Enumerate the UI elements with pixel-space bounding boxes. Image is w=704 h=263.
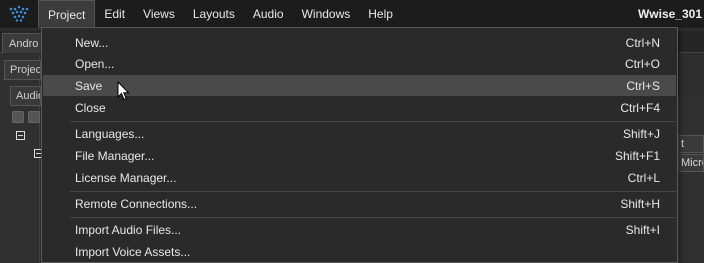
menu-item-label: File Manager... bbox=[75, 148, 155, 163]
menu-separator bbox=[70, 217, 676, 218]
menu-bar: Project Edit Views Layouts Audio Windows… bbox=[0, 0, 704, 28]
menu-item-label: Remote Connections... bbox=[75, 196, 198, 211]
mouse-cursor-icon bbox=[117, 80, 131, 101]
menu-item-label: Save bbox=[75, 78, 103, 93]
menu-item-shortcut: Shift+I bbox=[625, 222, 660, 237]
menu-item-license-manager[interactable]: License Manager... Ctrl+L bbox=[43, 167, 676, 188]
menu-item-shortcut: Shift+F1 bbox=[614, 148, 660, 163]
folder-icon[interactable] bbox=[28, 111, 40, 123]
menu-item-shortcut: Ctrl+S bbox=[626, 78, 660, 93]
menu-item-close[interactable]: Close Ctrl+F4 bbox=[43, 97, 676, 118]
menu-help[interactable]: Help bbox=[359, 0, 402, 28]
menu-item-shortcut: Ctrl+F4 bbox=[620, 100, 660, 115]
menu-separator bbox=[70, 121, 676, 122]
menu-item-remote-connections[interactable]: Remote Connections... Shift+H bbox=[43, 193, 676, 214]
tab-project-explorer[interactable]: Projec bbox=[4, 60, 41, 80]
wwise-logo-icon[interactable] bbox=[0, 0, 38, 28]
power-icon[interactable] bbox=[12, 111, 24, 123]
menu-item-label: Languages... bbox=[75, 126, 145, 141]
menu-item-save[interactable]: Save Ctrl+S bbox=[43, 75, 676, 96]
menu-item-new[interactable]: New... Ctrl+N bbox=[43, 32, 676, 53]
menu-item-languages[interactable]: Languages... Shift+J bbox=[43, 123, 676, 144]
tree-collapse-icon[interactable] bbox=[16, 131, 25, 140]
menu-item-shortcut: Ctrl+N bbox=[625, 35, 660, 50]
project-menu-dropdown: New... Ctrl+N Open... Ctrl+O Save Ctrl+S… bbox=[41, 27, 678, 263]
menu-item-import-audio-files[interactable]: Import Audio Files... Shift+I bbox=[43, 219, 676, 240]
menu-item-label: Open... bbox=[75, 56, 115, 71]
window-title: Wwise_301 bbox=[637, 7, 702, 21]
property-field[interactable]: Micro bbox=[678, 154, 704, 172]
property-field[interactable]: t bbox=[678, 135, 704, 153]
menu-item-file-manager[interactable]: File Manager... Shift+F1 bbox=[43, 145, 676, 166]
menu-item-label: Close bbox=[75, 100, 106, 115]
menu-item-shortcut: Shift+J bbox=[622, 126, 660, 141]
menu-item-shortcut: Ctrl+O bbox=[624, 56, 660, 71]
menu-item-shortcut: Ctrl+L bbox=[627, 170, 660, 185]
tab-audio[interactable]: Audio bbox=[10, 86, 41, 106]
menu-edit[interactable]: Edit bbox=[95, 0, 134, 28]
menu-project[interactable]: Project bbox=[38, 0, 96, 28]
menu-views[interactable]: Views bbox=[134, 0, 184, 28]
menu-item-shortcut: Shift+H bbox=[620, 196, 660, 211]
menu-windows[interactable]: Windows bbox=[293, 0, 360, 28]
menu-item-open[interactable]: Open... Ctrl+O bbox=[43, 53, 676, 74]
menu-item-label: Import Audio Files... bbox=[75, 222, 182, 237]
menu-item-label: New... bbox=[75, 35, 109, 50]
menu-separator bbox=[70, 191, 676, 192]
menu-item-import-voice-assets[interactable]: Import Voice Assets... bbox=[43, 241, 676, 262]
menu-layouts[interactable]: Layouts bbox=[184, 0, 244, 28]
property-panel bbox=[678, 98, 704, 263]
menu-item-label: License Manager... bbox=[75, 170, 177, 185]
menu-item-label: Import Voice Assets... bbox=[75, 244, 191, 259]
tab-android[interactable]: Andro bbox=[2, 33, 42, 53]
menu-audio[interactable]: Audio bbox=[244, 0, 293, 28]
